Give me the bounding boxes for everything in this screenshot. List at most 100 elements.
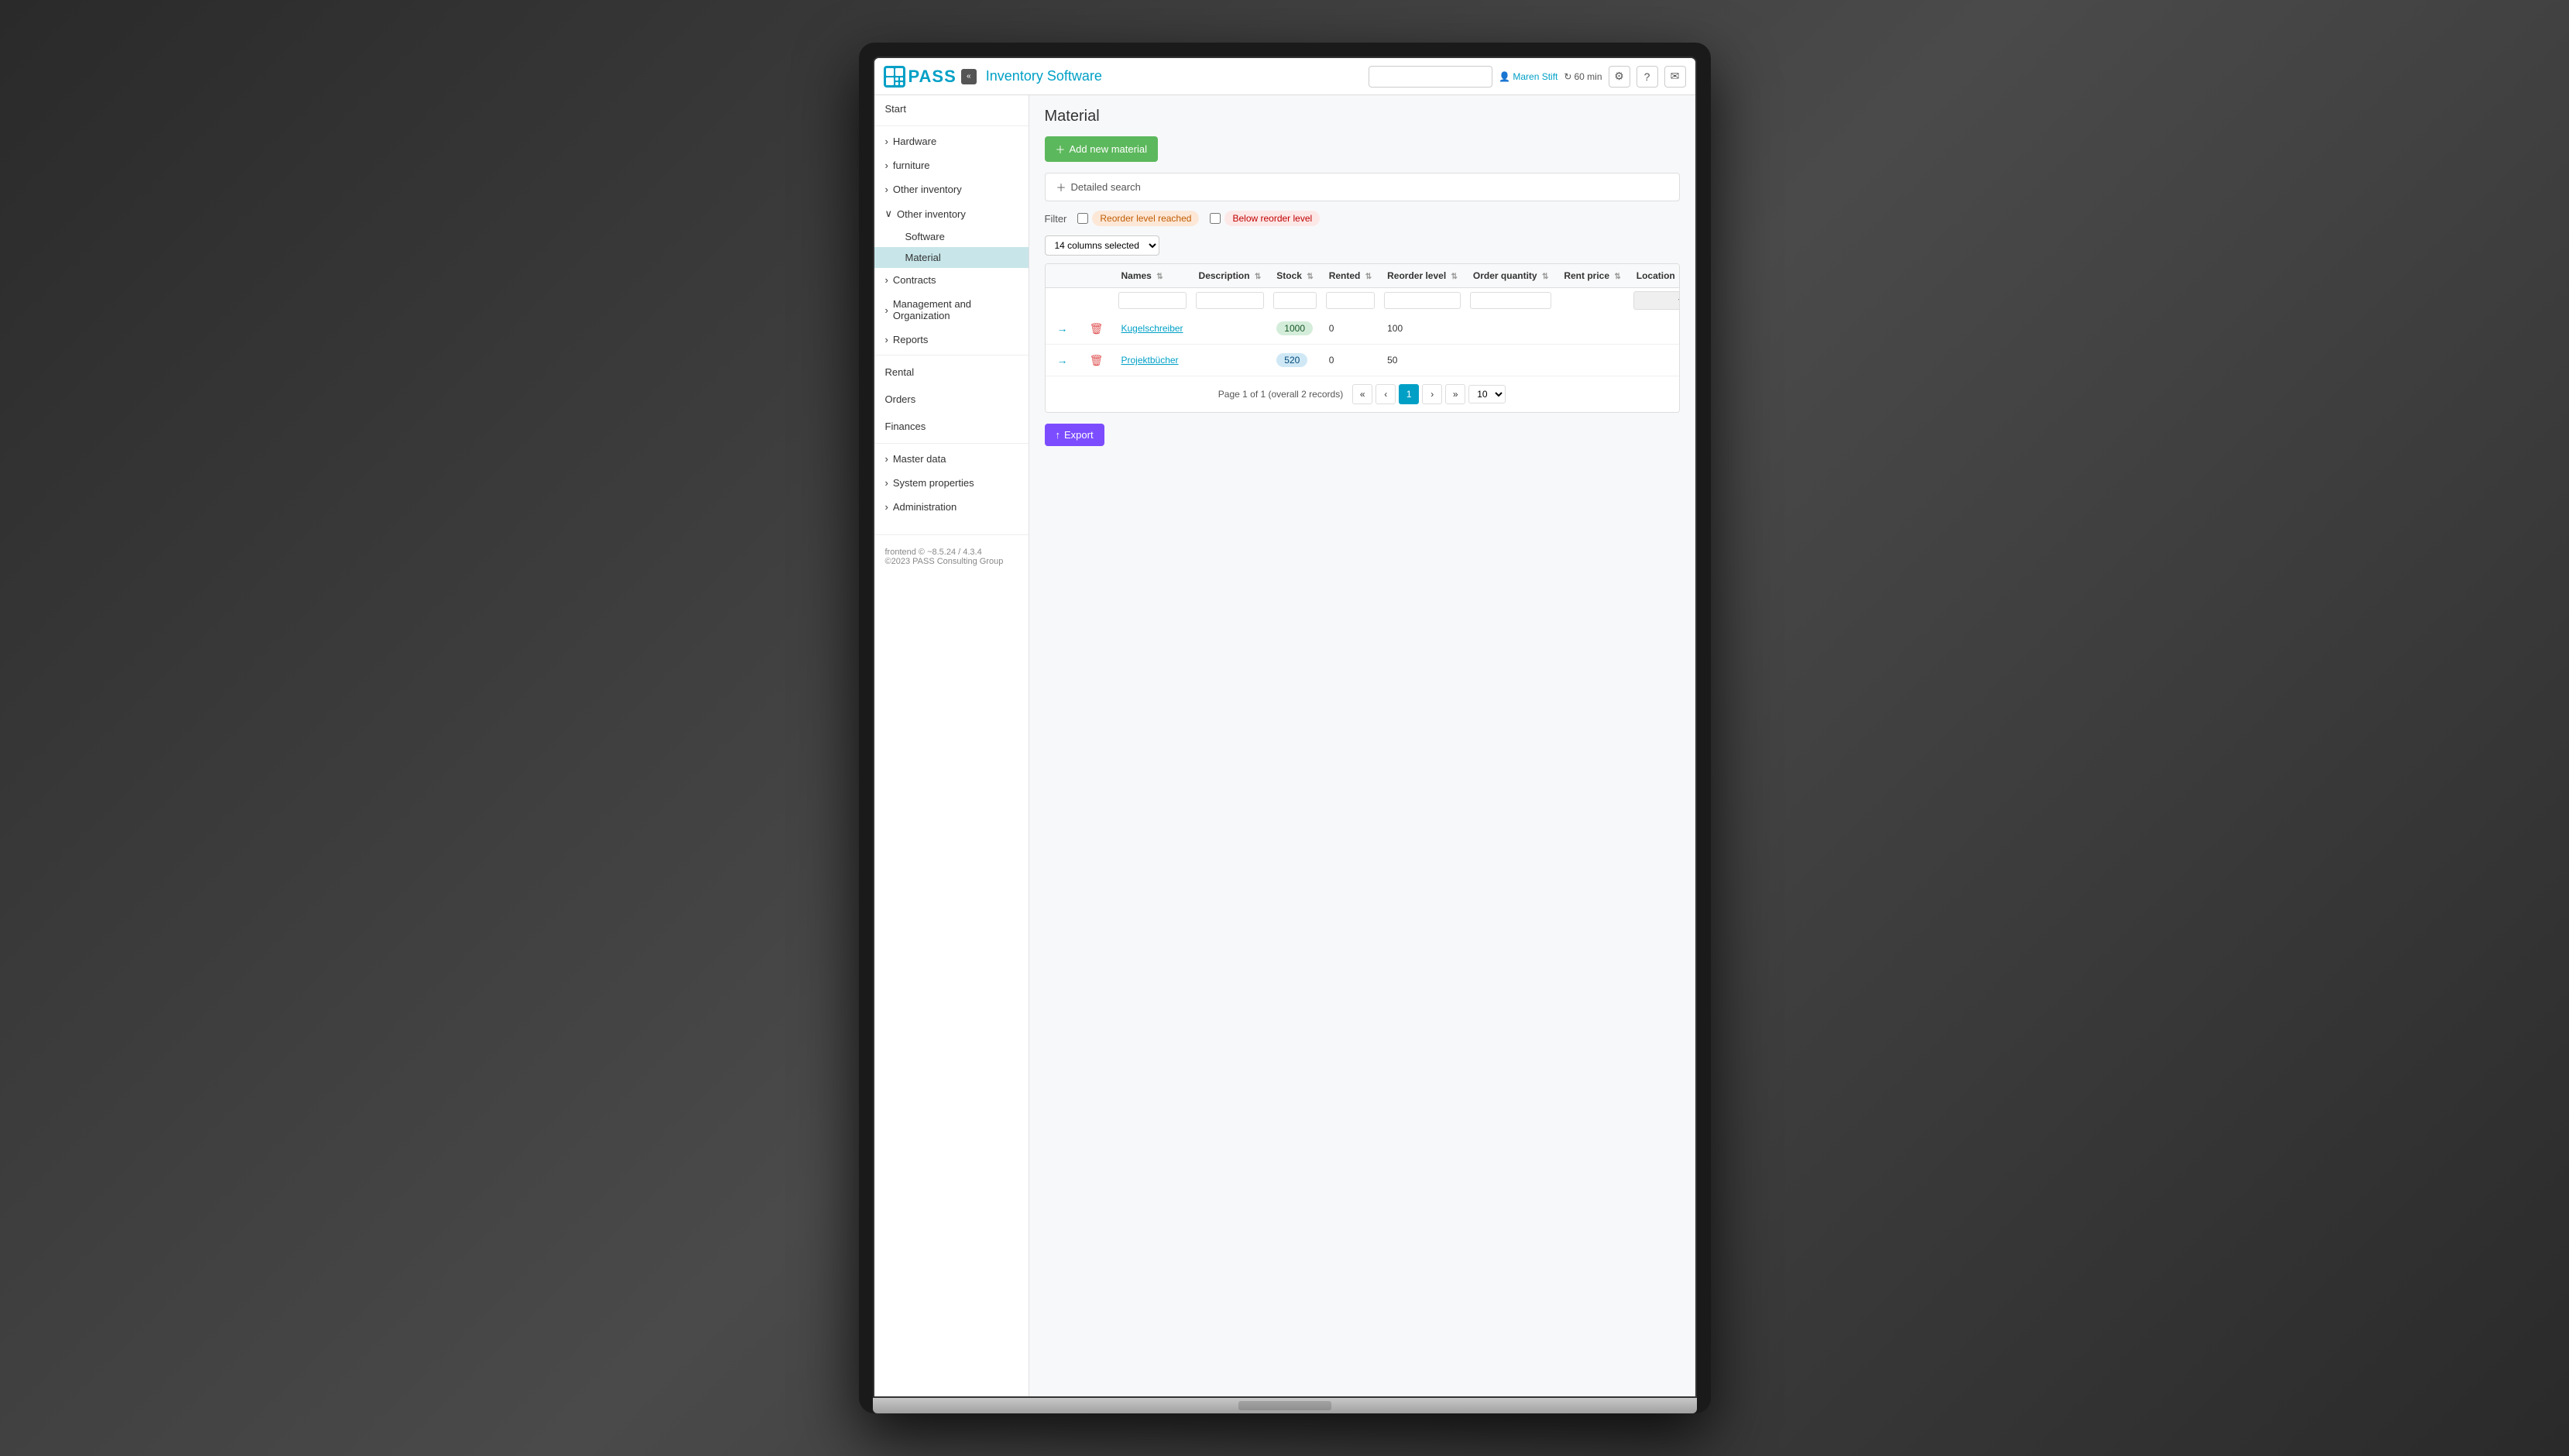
stock-badge-1: 1000: [1276, 321, 1313, 335]
filter-location-select[interactable]: [1633, 291, 1680, 310]
goto-button-1[interactable]: →: [1053, 319, 1072, 338]
sidebar-item-start[interactable]: Start: [874, 95, 1029, 122]
row2-stock: 520: [1269, 345, 1321, 376]
sidebar-item-administration[interactable]: › Administration: [874, 495, 1029, 519]
export-button[interactable]: ↑ Export: [1045, 424, 1104, 446]
sidebar-item-furniture[interactable]: › furniture: [874, 153, 1029, 177]
sidebar-item-reports[interactable]: › Reports: [874, 328, 1029, 352]
chevron-right-icon: ›: [885, 453, 888, 465]
user-icon: 👤: [1499, 71, 1510, 82]
plus-icon: ＋: [1056, 180, 1066, 194]
sidebar-item-rental[interactable]: Rental: [874, 359, 1029, 386]
goto-button-2[interactable]: →: [1053, 351, 1072, 369]
th-description[interactable]: Description ⇅: [1191, 264, 1269, 288]
filter-reorder-reached-badge: Reorder level reached: [1092, 211, 1199, 226]
row2-order-quantity: [1465, 345, 1556, 376]
row2-reorder-level: 50: [1379, 345, 1465, 376]
filter-stock-input[interactable]: [1273, 292, 1316, 309]
mail-button[interactable]: ✉: [1664, 66, 1686, 88]
row1-rented: 0: [1321, 313, 1379, 345]
sort-desc-icon: ⇅: [1255, 273, 1261, 281]
global-search-input[interactable]: [1369, 66, 1492, 88]
stock-badge-2: 520: [1276, 353, 1307, 367]
sidebar-item-contracts[interactable]: › Contracts: [874, 268, 1029, 292]
th-order-quantity[interactable]: Order quantity ⇅: [1465, 264, 1556, 288]
sort-rent-price-icon: ⇅: [1614, 273, 1620, 281]
row1-rent-price: [1556, 313, 1628, 345]
pass-logo-icon: [884, 66, 905, 88]
plus-icon: ＋: [1056, 142, 1066, 156]
row1-order-quantity: [1465, 313, 1556, 345]
sidebar-item-finances[interactable]: Finances: [874, 413, 1029, 440]
filter-label: Filter: [1045, 213, 1067, 225]
sidebar-item-orders[interactable]: Orders: [874, 386, 1029, 413]
th-rent-price[interactable]: Rent price ⇅: [1556, 264, 1628, 288]
columns-selector[interactable]: 14 columns selected: [1045, 235, 1159, 256]
material-table: Names ⇅ Description ⇅ Stock ⇅: [1046, 264, 1680, 376]
filter-below-reorder-checkbox[interactable]: [1210, 213, 1221, 224]
th-rented[interactable]: Rented ⇅: [1321, 264, 1379, 288]
app-title: Inventory Software: [986, 68, 1360, 84]
row1-name[interactable]: Kugelschreiber: [1121, 323, 1183, 334]
page-last-button[interactable]: »: [1445, 384, 1465, 404]
detailed-search-bar[interactable]: ＋ Detailed search: [1045, 173, 1680, 201]
sidebar-item-other-inventory[interactable]: ∨ Other inventory: [874, 201, 1029, 226]
sidebar-collapse-button[interactable]: «: [961, 69, 977, 84]
filter-description-input[interactable]: [1196, 292, 1265, 309]
th-actions-2: [1080, 264, 1114, 288]
row2-name[interactable]: Projektbücher: [1121, 355, 1179, 366]
page-prev-button[interactable]: ‹: [1376, 384, 1396, 404]
chevron-right-icon: ›: [885, 501, 888, 513]
th-names[interactable]: Names ⇅: [1114, 264, 1191, 288]
settings-button[interactable]: ⚙: [1609, 66, 1630, 88]
th-reorder-level[interactable]: Reorder level ⇅: [1379, 264, 1465, 288]
filter-reorder-input[interactable]: [1384, 292, 1461, 309]
delete-button-2[interactable]: 🗑: [1087, 351, 1106, 369]
page-size-select[interactable]: 10 25 50: [1468, 385, 1506, 403]
row2-description: [1191, 345, 1269, 376]
row2-rented: 0: [1321, 345, 1379, 376]
filter-names-input[interactable]: [1118, 292, 1187, 309]
sidebar-item-material[interactable]: Material: [874, 247, 1029, 268]
th-location[interactable]: Location ⇅: [1629, 264, 1680, 288]
sidebar-footer: frontend © ~8.5.24 / 4.3.4 ©2023 PASS Co…: [874, 534, 1029, 579]
refresh-icon: ↻: [1564, 71, 1571, 82]
chevron-right-icon: ›: [885, 334, 888, 345]
sidebar: Start › Hardware › furniture › Other inv…: [874, 95, 1029, 1396]
page-title: Material: [1045, 108, 1680, 125]
sidebar-item-master-data[interactable]: › Master data: [874, 447, 1029, 471]
filter-inputs-row: [1046, 288, 1680, 314]
page-1-button[interactable]: 1: [1399, 384, 1419, 404]
trackpad: [1238, 1401, 1331, 1410]
columns-select-row: 14 columns selected: [1045, 235, 1680, 256]
filter-reorder-reached[interactable]: Reorder level reached: [1077, 211, 1199, 226]
add-material-button[interactable]: ＋ Add new material: [1045, 136, 1158, 162]
sidebar-item-carpool[interactable]: › Other inventory: [874, 177, 1029, 201]
export-icon: ↑: [1056, 429, 1061, 441]
sidebar-item-hardware[interactable]: › Hardware: [874, 129, 1029, 153]
user-link[interactable]: 👤 Maren Stift: [1499, 71, 1558, 82]
sort-order-qty-icon: ⇅: [1542, 273, 1548, 281]
timer-button[interactable]: ↻ 60 min: [1564, 71, 1602, 82]
sidebar-item-system-properties[interactable]: › System properties: [874, 471, 1029, 495]
filter-reorder-reached-checkbox[interactable]: [1077, 213, 1088, 224]
page-first-button[interactable]: «: [1352, 384, 1372, 404]
row1-location: [1629, 313, 1680, 345]
chevron-right-icon: ›: [885, 136, 888, 147]
row2-rent-price: [1556, 345, 1628, 376]
help-button[interactable]: ?: [1637, 66, 1658, 88]
sidebar-item-software[interactable]: Software: [874, 226, 1029, 247]
filter-below-reorder-badge: Below reorder level: [1224, 211, 1320, 226]
chevron-right-icon: ›: [885, 477, 888, 489]
sidebar-item-management[interactable]: › Management and Organization: [874, 292, 1029, 328]
th-stock[interactable]: Stock ⇅: [1269, 264, 1321, 288]
logo-area: PASS «: [884, 66, 977, 88]
filter-rented-input[interactable]: [1326, 292, 1375, 309]
filter-below-reorder[interactable]: Below reorder level: [1210, 211, 1320, 226]
row1-description: [1191, 313, 1269, 345]
delete-button-1[interactable]: 🗑: [1087, 319, 1106, 338]
page-next-button[interactable]: ›: [1422, 384, 1442, 404]
filter-order-qty-input[interactable]: [1470, 292, 1551, 309]
row2-location: [1629, 345, 1680, 376]
pass-logo: PASS: [884, 66, 957, 88]
